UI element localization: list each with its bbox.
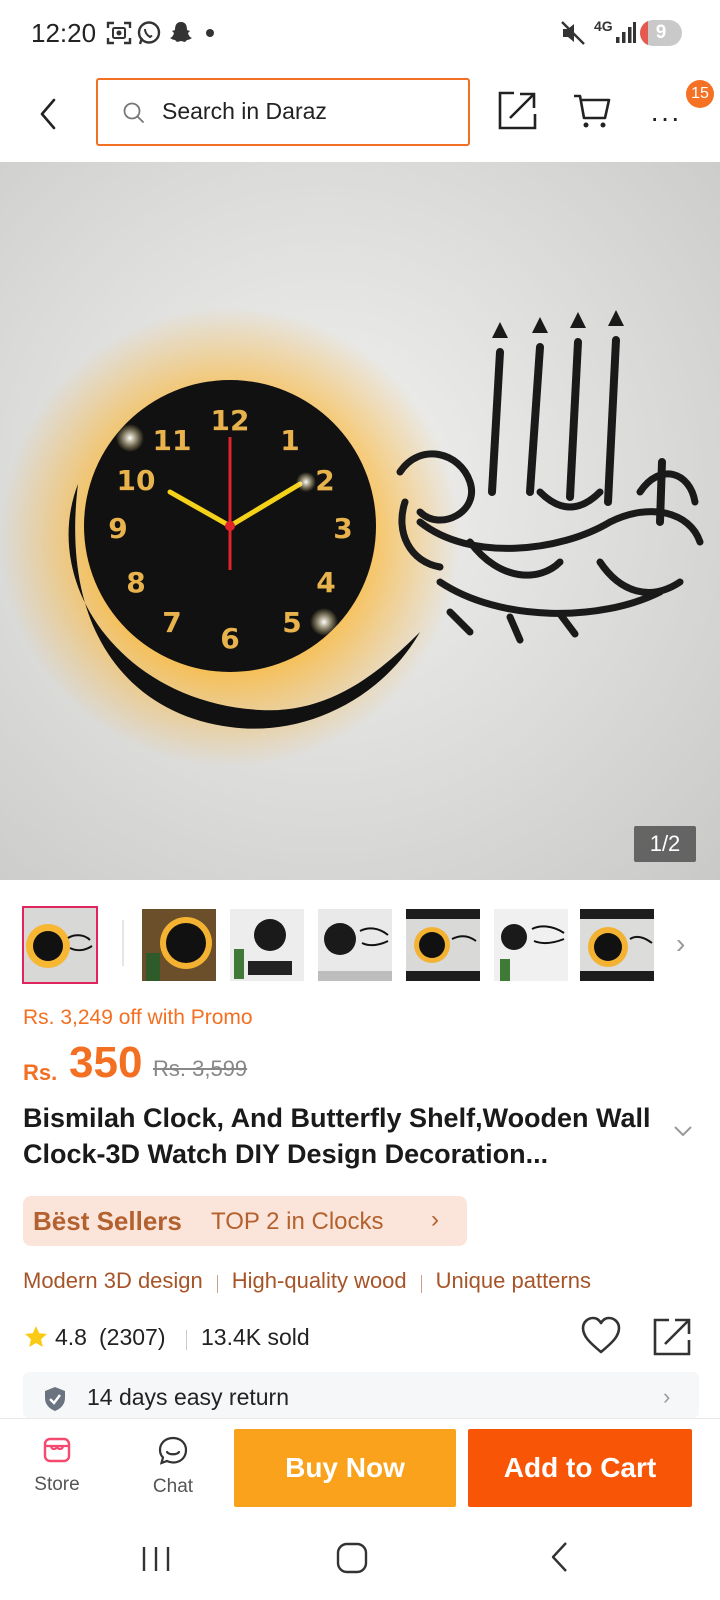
- heart-icon: [581, 1316, 621, 1354]
- thumbnail-7[interactable]: [580, 909, 654, 981]
- best-seller-rank: TOP 2 in Clocks: [211, 1208, 384, 1235]
- bottom-action-bar: Store Chat Buy Now Add to Cart: [0, 1418, 720, 1518]
- chat-label: Chat: [152, 1476, 194, 1497]
- svg-text:5: 5: [282, 606, 301, 639]
- status-time: 12:20: [31, 18, 97, 48]
- feature-tag: High-quality wood: [231, 1268, 407, 1293]
- rating-row: 4.8 (2307) 13.4K sold: [23, 1316, 703, 1360]
- store-button[interactable]: Store: [22, 1435, 92, 1505]
- more-options-button[interactable]: ··· 15: [650, 80, 714, 138]
- chevron-left-icon: [40, 98, 56, 130]
- rating-divider: [186, 1330, 187, 1350]
- thumbnail-image: [406, 909, 480, 981]
- chat-button[interactable]: Chat: [138, 1435, 208, 1505]
- system-navigation-bar: [0, 1518, 720, 1600]
- whatsapp-icon: [137, 21, 161, 45]
- battery-icon: 9: [640, 20, 682, 46]
- svg-text:10: 10: [117, 464, 156, 497]
- thumbnail-3[interactable]: [230, 909, 304, 981]
- store-label: Store: [34, 1474, 80, 1495]
- return-policy-row[interactable]: 14 days easy return ›: [23, 1372, 699, 1418]
- battery-percent: 9: [655, 22, 667, 43]
- best-seller-banner[interactable]: Bëst Sellers TOP 2 in Clocks ›: [23, 1196, 467, 1246]
- svg-text:3: 3: [333, 512, 352, 545]
- svg-text:7: 7: [162, 606, 181, 639]
- price-currency: Rs.: [23, 1060, 58, 1085]
- feature-tags: Modern 3D design High-quality wood Unique …: [23, 1268, 591, 1300]
- product-image-gallery[interactable]: 12 1 2 3 4 5 6 7 8 9 10 11 1/2: [0, 162, 720, 880]
- chevron-right-icon: ›: [431, 1206, 439, 1233]
- share-icon: [653, 1318, 691, 1356]
- thumbnail-1[interactable]: [22, 906, 98, 984]
- search-input[interactable]: Search in Daraz: [96, 78, 470, 146]
- thumbnail-image: [230, 909, 304, 981]
- image-counter: 1/2: [634, 826, 696, 862]
- cart-button[interactable]: [572, 90, 612, 135]
- svg-text:11: 11: [153, 424, 192, 457]
- promo-text: Rs. 3,249 off with Promo: [23, 1006, 253, 1029]
- product-title: Bismilah Clock, And Butterfly Shelf,Wood…: [23, 1103, 651, 1169]
- top-app-bar: Search in Daraz ··· 15: [0, 66, 720, 162]
- search-icon: [123, 102, 144, 123]
- add-to-cart-button[interactable]: Add to Cart: [468, 1429, 692, 1507]
- return-policy-text: 14 days easy return: [87, 1384, 290, 1410]
- svg-text:9: 9: [108, 512, 127, 545]
- chevron-down-icon[interactable]: [672, 1124, 694, 1138]
- svg-text:1: 1: [280, 424, 299, 457]
- more-icon: ···: [650, 102, 681, 133]
- product-image: 12 1 2 3 4 5 6 7 8 9 10 11: [0, 307, 704, 767]
- cart-badge: 15: [686, 80, 714, 108]
- search-placeholder: Search in Daraz: [162, 98, 327, 124]
- chat-icon: [158, 1436, 188, 1465]
- thumbnail-4[interactable]: [318, 909, 392, 981]
- rating-score[interactable]: 4.8: [55, 1324, 87, 1351]
- rating-count[interactable]: (2307): [99, 1324, 165, 1351]
- thumbnail-2[interactable]: [142, 909, 216, 981]
- svg-text:12: 12: [211, 404, 250, 437]
- screen-capture-icon: [106, 21, 132, 45]
- thumbnail-strip: ›: [22, 906, 712, 984]
- back-icon[interactable]: [548, 1540, 572, 1574]
- thumbnail-5[interactable]: [406, 909, 480, 981]
- best-sellers-label: Bëst Sellers: [33, 1206, 182, 1236]
- back-button[interactable]: [28, 84, 68, 144]
- svg-text:8: 8: [126, 566, 145, 599]
- thumbnail-image: [142, 909, 216, 981]
- thumbnail-image: [494, 909, 568, 981]
- feature-tag: Modern 3D design: [23, 1268, 203, 1293]
- recent-apps-icon[interactable]: [140, 1544, 172, 1574]
- share-product-button[interactable]: [651, 1314, 695, 1358]
- snapchat-icon: [170, 22, 192, 42]
- mute-icon: [561, 21, 585, 45]
- buy-now-button[interactable]: Buy Now: [234, 1429, 456, 1507]
- chevron-right-icon: ›: [663, 1384, 671, 1409]
- shield-check-icon: [45, 1387, 65, 1411]
- svg-text:6: 6: [220, 622, 239, 655]
- chevron-right-icon[interactable]: ›: [676, 928, 685, 960]
- original-price: Rs. 3,599: [153, 1056, 248, 1081]
- thumbnail-image: [580, 909, 654, 981]
- svg-text:2: 2: [315, 464, 334, 497]
- home-icon[interactable]: [336, 1542, 368, 1574]
- share-icon: [498, 91, 537, 130]
- thumbnail-image: [318, 909, 392, 981]
- store-icon: [43, 1437, 71, 1463]
- status-bar: 12:20 4G 9: [0, 0, 720, 66]
- sold-count: 13.4K sold: [201, 1324, 310, 1350]
- feature-tag: Unique patterns: [435, 1268, 591, 1293]
- cart-icon: [574, 94, 611, 128]
- current-price: 350: [69, 1038, 143, 1087]
- thumbnail-6[interactable]: [494, 909, 568, 981]
- feature-divider: [420, 1274, 422, 1293]
- thumbnail-image: [24, 908, 96, 982]
- share-button[interactable]: [496, 88, 540, 137]
- thumbnail-divider: [122, 920, 124, 966]
- wishlist-button[interactable]: [579, 1314, 623, 1358]
- signal-icon: [616, 22, 636, 43]
- star-icon: [25, 1326, 47, 1347]
- feature-divider: [216, 1274, 218, 1293]
- dot-icon: [206, 29, 214, 37]
- svg-text:4: 4: [316, 566, 335, 599]
